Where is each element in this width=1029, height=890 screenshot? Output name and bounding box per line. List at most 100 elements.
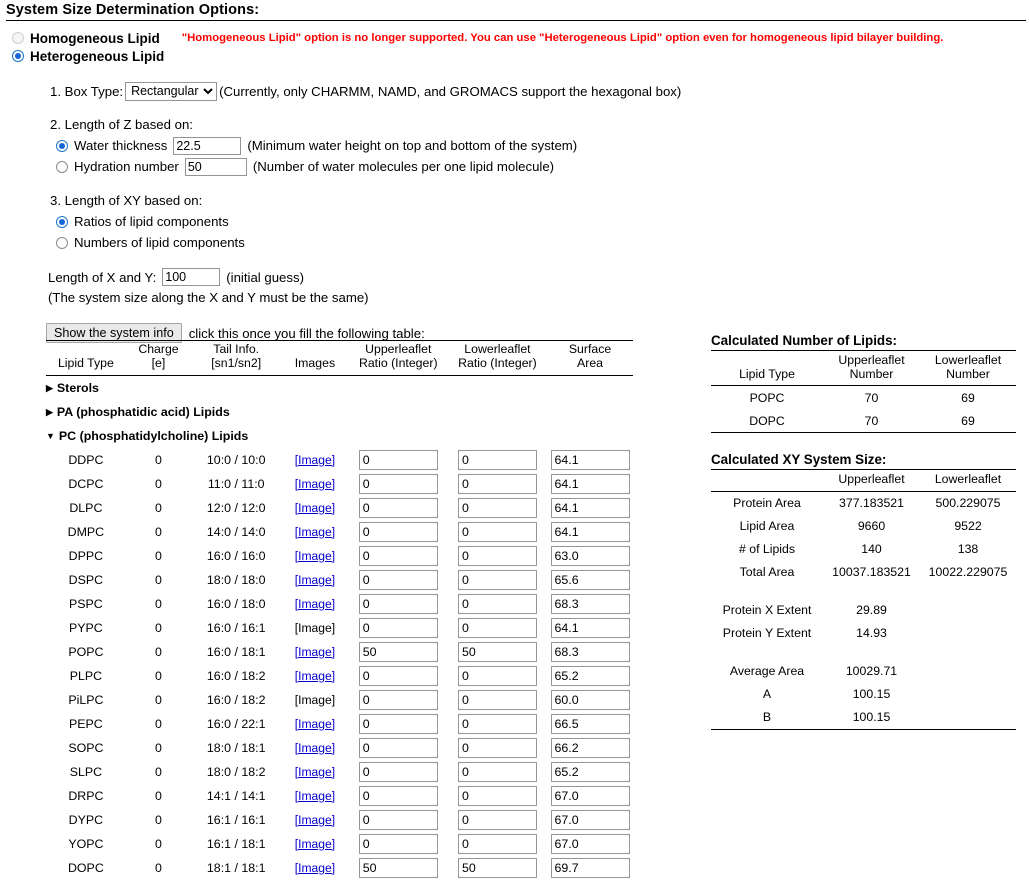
lipid-image-link[interactable]: [Image] xyxy=(295,669,335,683)
surface-area-input[interactable] xyxy=(550,737,630,758)
lowerleaflet-ratio-input[interactable] xyxy=(457,857,537,878)
surface-area-input[interactable] xyxy=(550,713,630,734)
lipid-image-link[interactable]: [Image] xyxy=(295,717,335,731)
lowerleaflet-ratio-input[interactable] xyxy=(457,617,537,638)
chevron-down-icon[interactable]: ▼ xyxy=(46,431,55,441)
lipid-image-link[interactable]: [Image] xyxy=(295,765,335,779)
calculated-xy-header-row: Upperleaflet Lowerleaflet xyxy=(711,470,1016,491)
surface-area-input[interactable] xyxy=(550,809,630,830)
lipid-group-header[interactable]: ▶ Sterols xyxy=(46,375,633,400)
upperleaflet-ratio-input[interactable] xyxy=(358,497,438,518)
surface-area-input[interactable] xyxy=(550,833,630,854)
upperleaflet-ratio-input[interactable] xyxy=(358,473,438,494)
upperleaflet-ratio-input[interactable] xyxy=(358,593,438,614)
lowerleaflet-ratio-input[interactable] xyxy=(457,713,537,734)
lipid-image-link[interactable]: [Image] xyxy=(295,861,335,875)
surface-area-input[interactable] xyxy=(550,641,630,662)
lowerleaflet-ratio-input[interactable] xyxy=(457,497,537,518)
water-thickness-input[interactable] xyxy=(173,136,242,155)
radio-hydration-number[interactable] xyxy=(56,160,68,173)
lowerleaflet-ratio-input[interactable] xyxy=(457,737,537,758)
lowerleaflet-ratio-input[interactable] xyxy=(457,761,537,782)
surface-area-input[interactable] xyxy=(550,473,630,494)
lipid-image-link[interactable]: [Image] xyxy=(295,453,335,467)
surface-area-input[interactable] xyxy=(550,569,630,590)
lowerleaflet-ratio-input[interactable] xyxy=(457,641,537,662)
upperleaflet-ratio-input[interactable] xyxy=(358,521,438,542)
water-thickness-row[interactable]: Water thickness (Minimum water height on… xyxy=(50,135,1029,156)
lowerleaflet-ratio-input[interactable] xyxy=(457,521,537,542)
surface-area-input[interactable] xyxy=(550,521,630,542)
upperleaflet-ratio-input[interactable] xyxy=(358,545,438,566)
numbers-lipid-components-row[interactable]: Numbers of lipid components xyxy=(50,232,1029,253)
radio-water-thickness[interactable] xyxy=(56,139,68,152)
lipid-image-link[interactable]: [Image] xyxy=(295,501,335,515)
upperleaflet-ratio-input[interactable] xyxy=(358,857,438,878)
hydration-number-input[interactable] xyxy=(184,157,247,176)
lipid-image-link[interactable]: [Image] xyxy=(295,813,335,827)
lowerleaflet-ratio-input[interactable] xyxy=(457,809,537,830)
radio-row-heterogeneous-lipid[interactable]: Heterogeneous Lipid xyxy=(0,47,1029,65)
lipid-image-link[interactable]: [Image] xyxy=(295,645,335,659)
upperleaflet-ratio-input[interactable] xyxy=(358,737,438,758)
upperleaflet-ratio-input[interactable] xyxy=(358,785,438,806)
surface-area-input[interactable] xyxy=(550,761,630,782)
radio-homogeneous-lipid[interactable] xyxy=(12,32,24,44)
surface-area-input[interactable] xyxy=(550,689,630,710)
radio-numbers-of-lipid-components[interactable] xyxy=(56,236,68,249)
lowerleaflet-ratio-input[interactable] xyxy=(457,473,537,494)
radio-heterogeneous-lipid[interactable] xyxy=(12,50,24,62)
surface-area-input[interactable] xyxy=(550,497,630,518)
lipid-group-row[interactable]: ▶ Sterols xyxy=(46,375,633,400)
hydration-number-row[interactable]: Hydration number (Number of water molecu… xyxy=(50,156,1029,177)
upperleaflet-ratio-input[interactable] xyxy=(358,833,438,854)
lipid-image-link[interactable]: [Image] xyxy=(295,573,335,587)
surface-area-input[interactable] xyxy=(550,545,630,566)
lipid-image-link[interactable]: [Image] xyxy=(295,549,335,563)
lipid-image-link[interactable]: [Image] xyxy=(295,741,335,755)
upperleaflet-ratio-input[interactable] xyxy=(358,761,438,782)
lipid-image-link[interactable]: [Image] xyxy=(295,837,335,851)
lipid-charge-cell: 0 xyxy=(155,476,162,491)
upperleaflet-ratio-input[interactable] xyxy=(358,641,438,662)
lowerleaflet-ratio-input[interactable] xyxy=(457,449,537,470)
lipid-surface-area-cell xyxy=(547,592,633,616)
box-type-select[interactable]: Rectangular Hexagonal xyxy=(125,81,218,101)
upperleaflet-ratio-input[interactable] xyxy=(358,665,438,686)
radio-row-homogeneous-lipid[interactable]: Homogeneous Lipid "Homogeneous Lipid" op… xyxy=(0,29,1029,47)
chevron-right-icon[interactable]: ▶ xyxy=(46,407,53,418)
lowerleaflet-ratio-input[interactable] xyxy=(457,665,537,686)
lowerleaflet-ratio-input[interactable] xyxy=(457,785,537,806)
lowerleaflet-ratio-input[interactable] xyxy=(457,545,537,566)
lipid-group-row[interactable]: ▼ PC (phosphatidylcholine) Lipids xyxy=(46,424,633,448)
xy-length-input[interactable] xyxy=(162,268,221,286)
lipid-group-row[interactable]: ▶ PA (phosphatidic acid) Lipids xyxy=(46,400,633,424)
lipid-image-link[interactable]: [Image] xyxy=(295,525,335,539)
radio-ratios-of-lipid-components[interactable] xyxy=(56,215,68,228)
surface-area-input[interactable] xyxy=(550,857,630,878)
lowerleaflet-ratio-input[interactable] xyxy=(457,593,537,614)
upperleaflet-ratio-input[interactable] xyxy=(358,617,438,638)
surface-area-input[interactable] xyxy=(550,617,630,638)
lipid-image-link[interactable]: [Image] xyxy=(295,789,335,803)
upperleaflet-ratio-input[interactable] xyxy=(358,713,438,734)
upperleaflet-ratio-input[interactable] xyxy=(358,449,438,470)
ratios-lipid-components-row[interactable]: Ratios of lipid components xyxy=(50,211,1029,232)
surface-area-input[interactable] xyxy=(550,593,630,614)
col-header-upperleaflet-ratio-l2: Ratio (Integer) xyxy=(358,355,438,370)
surface-area-input[interactable] xyxy=(550,785,630,806)
upperleaflet-ratio-input[interactable] xyxy=(358,569,438,590)
lowerleaflet-ratio-input[interactable] xyxy=(457,689,537,710)
surface-area-input[interactable] xyxy=(550,449,630,470)
lipid-group-header[interactable]: ▶ PA (phosphatidic acid) Lipids xyxy=(46,400,633,424)
surface-area-input[interactable] xyxy=(550,665,630,686)
lipid-image-link[interactable]: [Image] xyxy=(295,477,335,491)
col-header-charge: Charge [e] xyxy=(125,340,192,376)
lipid-group-header[interactable]: ▼ PC (phosphatidylcholine) Lipids xyxy=(46,424,633,448)
lowerleaflet-ratio-input[interactable] xyxy=(457,569,537,590)
upperleaflet-ratio-input[interactable] xyxy=(358,809,438,830)
chevron-right-icon[interactable]: ▶ xyxy=(46,383,53,394)
lipid-image-link[interactable]: [Image] xyxy=(295,597,335,611)
upperleaflet-ratio-input[interactable] xyxy=(358,689,438,710)
lowerleaflet-ratio-input[interactable] xyxy=(457,833,537,854)
